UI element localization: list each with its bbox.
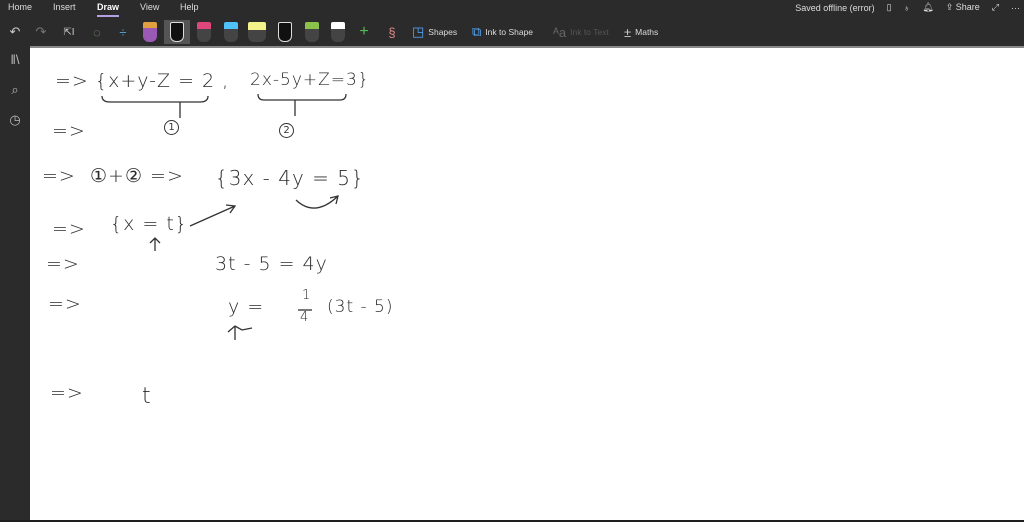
ink-to-shape-button[interactable]: ⧉ Ink to Shape (472, 20, 533, 44)
tab-view[interactable]: View (140, 2, 159, 12)
bell-icon[interactable]: 🔔︎ (922, 2, 933, 13)
ink-to-shape-label: Ink to Shape (485, 27, 534, 37)
pen-purple[interactable] (143, 20, 157, 44)
maths-button[interactable]: ± Maths (624, 20, 658, 44)
undo-icon[interactable]: ↶ (6, 20, 24, 44)
draw-toolbar: ↶ ↷ ⇱I ◌ ÷ + § ◳ Shapes ⧉ Ink to Shape ᴬa I… (0, 18, 1024, 44)
shapes-button[interactable]: ◳ Shapes (412, 20, 457, 44)
up-arrow-1 (149, 237, 161, 251)
add-pen-icon[interactable]: + (357, 20, 371, 44)
pen-pink[interactable] (197, 20, 211, 44)
left-nav: ‖\ ⌕ ◷ (0, 46, 30, 520)
pen-blue[interactable] (224, 20, 238, 44)
shapes-label: Shapes (428, 27, 458, 37)
tab-help[interactable]: Help (180, 2, 199, 12)
redo-icon[interactable]: ↷ (32, 20, 50, 44)
swap-arrow (295, 195, 339, 209)
shapes-icon: ◳ (412, 24, 425, 39)
up-arrow-2 (227, 325, 253, 340)
select-text-icon[interactable]: ⇱I (60, 20, 78, 44)
lightbulb-icon[interactable]: ♁ (904, 3, 911, 13)
pen-green[interactable] (305, 20, 319, 44)
underbrace-2 (257, 93, 347, 116)
substitution-arrow (189, 204, 237, 227)
maths-label: Maths (635, 27, 659, 37)
add-space-icon[interactable]: ÷ (114, 20, 132, 44)
notebook-icon[interactable]: ▯ (887, 2, 892, 13)
recent-icon[interactable]: ◷ (6, 112, 24, 130)
share-label: Share (955, 2, 980, 12)
maths-icon: ± (624, 24, 632, 40)
underbrace-1 (101, 95, 209, 118)
status-area: Saved offline (error) ▯ ♁ 🔔︎ ⇪ Share ⤢ ·… (795, 2, 1020, 13)
search-icon[interactable]: ⌕ (6, 82, 24, 100)
ink-to-text-button[interactable]: ᴬa Ink to Text (553, 20, 609, 44)
ink-strokes (101, 93, 347, 340)
highlighter-yellow[interactable] (248, 20, 266, 44)
tab-insert[interactable]: Insert (53, 2, 76, 12)
pen-black-selected[interactable] (164, 20, 190, 44)
fullscreen-icon[interactable]: ⤢ (992, 2, 999, 13)
page-canvas[interactable]: => {x+y-Z = 2 , 2x-5y+Z=3} => 1 2 => ①+②… (30, 46, 1024, 520)
ink-to-shape-icon: ⧉ (472, 24, 482, 39)
notebooks-icon[interactable]: ‖\ (6, 52, 24, 70)
tab-draw[interactable]: Draw (97, 2, 120, 17)
pen-black[interactable] (278, 20, 292, 44)
share-button[interactable]: ⇪ Share (946, 2, 980, 13)
save-status: Saved offline (error) (795, 2, 875, 13)
ink-replay-icon[interactable]: § (384, 20, 400, 44)
pen-white[interactable] (331, 20, 345, 44)
tab-home[interactable]: Home (8, 2, 32, 12)
ink-to-text-icon: ᴬa (553, 24, 567, 40)
lasso-select-icon[interactable]: ◌ (88, 20, 106, 44)
more-icon[interactable]: ··· (1011, 3, 1020, 13)
title-bar: Home Insert Draw View Help Saved offline… (0, 0, 1024, 46)
ink-to-text-label: Ink to Text (570, 27, 609, 37)
